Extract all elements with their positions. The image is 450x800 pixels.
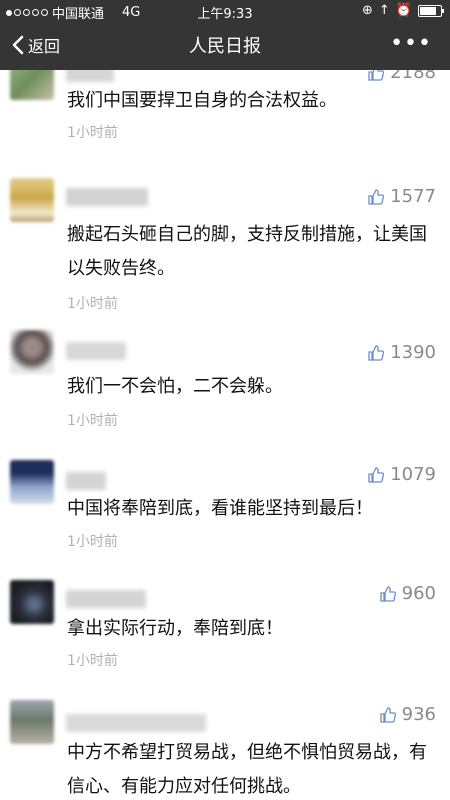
comment-time: 1小时前 [67, 125, 118, 141]
avatar [10, 700, 54, 744]
comment-text: 拿出实际行动，奉陪到底！ [67, 618, 283, 639]
comment-list: 2188 我们中国要捍卫自身的合法权益。 1小时前 1577 搬起石头砸自己的脚… [0, 70, 450, 800]
navigation-bar: 返回 人民日报 ••• [0, 22, 450, 70]
location-icon: ⊕ [362, 3, 373, 18]
comment-item: 1390 我们一不会怕，二不会躲。 1小时前 [0, 330, 450, 460]
avatar [10, 460, 54, 504]
username-blurred [66, 188, 148, 206]
status-bar: 中国联通 4G 上午9:33 ⊕ ↑ ⏰ [0, 0, 450, 22]
like-count: 2188 [390, 70, 436, 83]
like-count: 1577 [390, 186, 436, 207]
like-count: 960 [401, 583, 436, 604]
comment-item: 1577 搬起石头砸自己的脚，支持反制措施，让美国以失败告终。 1小时前 [0, 178, 450, 328]
username-blurred [66, 714, 206, 732]
avatar [10, 178, 54, 222]
like-count: 936 [401, 704, 436, 725]
comment-text: 中国将奉陪到底，看谁能坚持到最后！ [67, 498, 373, 519]
thumbs-up-icon [368, 344, 385, 361]
username-blurred [66, 342, 126, 360]
comment-item: 1079 中国将奉陪到底，看谁能坚持到最后！ 1小时前 [0, 460, 450, 580]
thumbs-up-icon [368, 70, 385, 81]
comment-text: 我们一不会怕，二不会躲。 [67, 376, 283, 397]
like-count: 1079 [390, 464, 436, 485]
comment-text: 中方不希望打贸易战，但绝不惧怕贸易战，有信心、有能力应对任何挑战。 [67, 742, 427, 797]
thumbs-up-icon [379, 706, 396, 723]
comment-text: 我们中国要捍卫自身的合法权益。 [67, 90, 337, 111]
comment-time: 1小时前 [67, 653, 118, 669]
like-button[interactable]: 960 [379, 583, 436, 604]
avatar [10, 70, 54, 100]
thumbs-up-icon [379, 585, 396, 602]
like-button[interactable]: 1577 [368, 186, 436, 207]
thumbs-up-icon [368, 466, 385, 483]
alarm-icon: ⏰ [395, 3, 412, 18]
more-menu-button[interactable]: ••• [390, 31, 432, 56]
username-blurred [66, 472, 106, 490]
comment-time: 1小时前 [67, 296, 118, 312]
comment-item: 960 拿出实际行动，奉陪到底！ 1小时前 [0, 580, 450, 700]
comment-time: 1小时前 [67, 413, 118, 429]
comment-text: 搬起石头砸自己的脚，支持反制措施，让美国以失败告终。 [67, 224, 427, 279]
app-header: 中国联通 4G 上午9:33 ⊕ ↑ ⏰ 返回 人民日报 ••• [0, 0, 450, 70]
like-button[interactable]: 1390 [368, 342, 436, 363]
battery-icon [418, 4, 444, 17]
thumbs-up-icon [368, 188, 385, 205]
like-count: 1390 [390, 342, 436, 363]
avatar [10, 580, 54, 624]
comment-time: 1小时前 [67, 534, 118, 550]
page-title: 人民日报 [189, 36, 261, 57]
orientation-lock-icon: ↑ [378, 3, 390, 18]
username-blurred [66, 590, 146, 608]
comment-item: 936 中方不希望打贸易战，但绝不惧怕贸易战，有信心、有能力应对任何挑战。 [0, 700, 450, 800]
like-button[interactable]: 936 [379, 704, 436, 725]
like-button[interactable]: 2188 [368, 70, 436, 83]
avatar [10, 330, 54, 374]
like-button[interactable]: 1079 [368, 464, 436, 485]
username-blurred [66, 70, 114, 82]
